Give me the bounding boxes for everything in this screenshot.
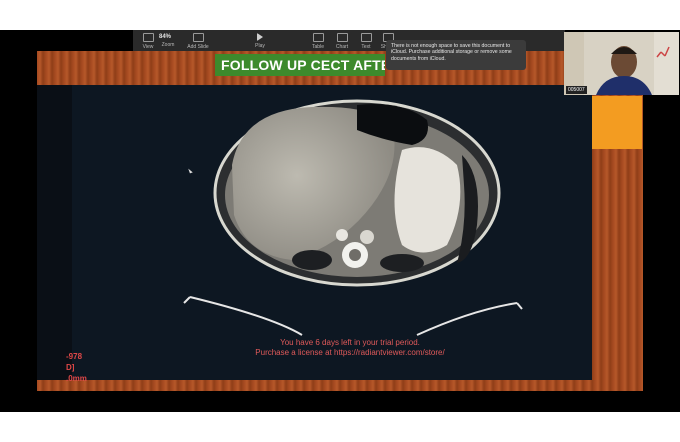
ct-scan-image xyxy=(183,99,523,336)
icloud-storage-notification[interactable]: There is not enough space to save this d… xyxy=(386,40,526,70)
table-icon xyxy=(312,33,324,42)
orange-panel xyxy=(592,96,642,149)
viewer-left-strip xyxy=(37,85,72,380)
ct-image-panel[interactable] xyxy=(72,85,592,380)
play-button[interactable]: Play xyxy=(245,33,275,49)
zoom-button[interactable]: Zoom xyxy=(153,42,183,48)
chart-icon xyxy=(336,33,348,42)
viewer-side-label-3: .0mm xyxy=(66,374,87,383)
text-icon xyxy=(360,33,372,42)
viewer-side-label-2: D] xyxy=(66,363,75,372)
webcam-label: 005007 xyxy=(566,86,587,94)
trial-line-1: You have 6 days left in your trial perio… xyxy=(280,338,420,347)
trial-notice: You have 6 days left in your trial perio… xyxy=(230,338,470,358)
trial-line-2[interactable]: Purchase a license at https://radiantvie… xyxy=(230,348,470,358)
notification-text: There is not enough space to save this d… xyxy=(391,43,512,62)
slide-title-box: FOLLOW UP CECT AFTER xyxy=(215,54,385,76)
add-slide-button[interactable]: Add Slide xyxy=(183,33,213,50)
slide-title: FOLLOW UP CECT AFTER xyxy=(221,57,385,73)
play-icon xyxy=(257,33,263,41)
view-icon xyxy=(142,33,154,42)
viewer-side-label-1: -978 xyxy=(66,352,83,361)
add-slide-icon xyxy=(192,33,204,42)
zoom-value[interactable]: 84% xyxy=(159,34,171,40)
